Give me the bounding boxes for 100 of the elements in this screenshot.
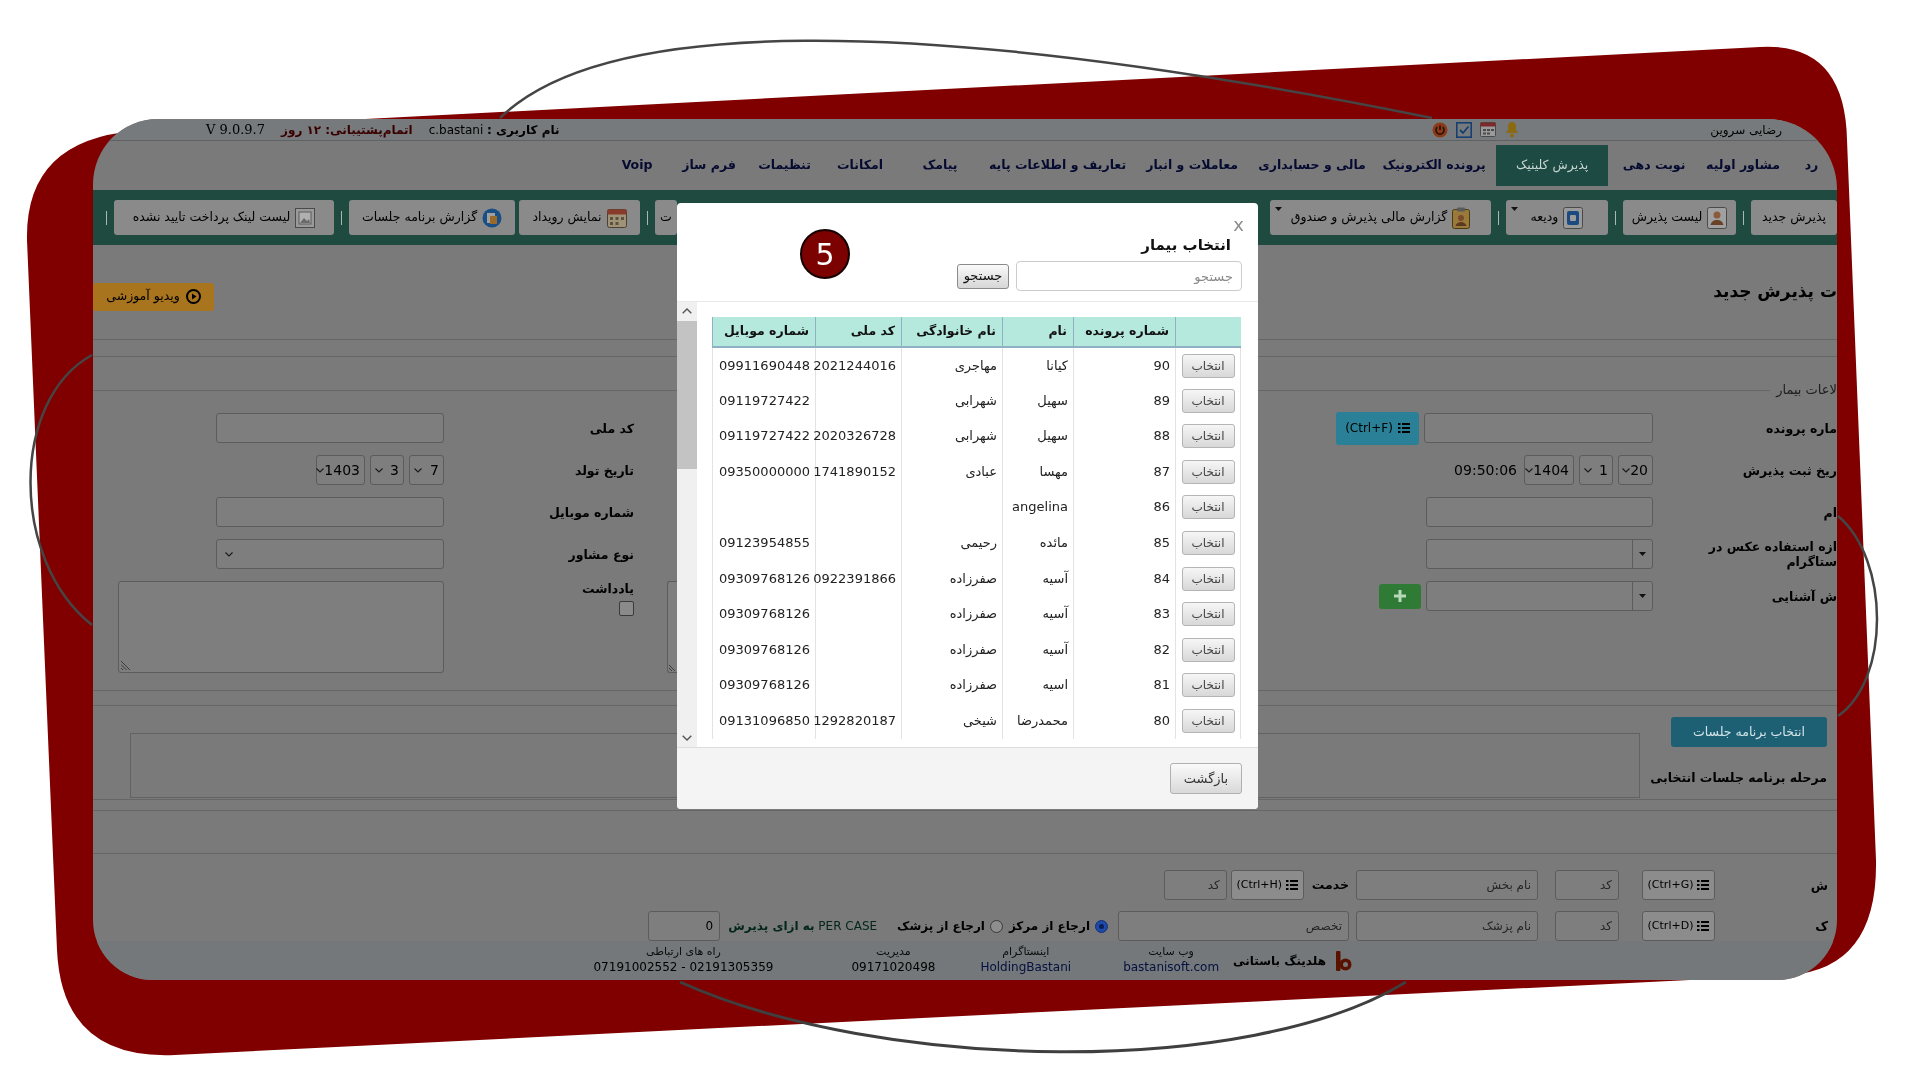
close-button[interactable]: x — [1233, 215, 1244, 235]
text-input[interactable] — [1424, 413, 1653, 443]
dropdown-field[interactable] — [1426, 581, 1653, 611]
table-cell: 80 — [1073, 702, 1176, 739]
sessions-button[interactable]: انتخاب برنامه جلسات — [1671, 717, 1827, 747]
nav-tab[interactable]: Voip — [602, 145, 673, 186]
name-field[interactable]: نام پزشک — [1356, 911, 1538, 941]
calendar-icon[interactable] — [1480, 122, 1497, 137]
number-field[interactable]: 0 — [648, 911, 721, 941]
toolbar-button[interactable]: ودیعه — [1506, 200, 1608, 235]
text-input[interactable] — [1426, 497, 1653, 527]
nav-tab[interactable]: تعاریف و اطلاعات پایه — [983, 145, 1133, 186]
toolbar-button[interactable]: نمایش رویداد — [519, 200, 640, 235]
contact-link[interactable]: HoldingBastani — [980, 959, 1072, 976]
radio-button[interactable] — [1095, 919, 1108, 933]
image-icon — [295, 207, 316, 228]
video-button[interactable]: ویدیو آموزشی — [93, 282, 214, 311]
table-cell: 09350000000 — [712, 453, 816, 490]
specialty-field[interactable]: تخصص — [1118, 911, 1349, 941]
nav-tab[interactable]: پذیرش کلینیک — [1496, 145, 1609, 186]
table-cell: 09131096850 — [712, 702, 816, 739]
day-select[interactable]: 20 — [1618, 455, 1653, 485]
power-icon[interactable] — [1432, 121, 1449, 138]
document-icon — [1563, 206, 1584, 229]
select-button[interactable]: انتخاب — [1181, 424, 1235, 449]
select-button[interactable]: انتخاب — [1181, 353, 1235, 378]
day-select[interactable]: 7 — [409, 455, 444, 485]
checkbox[interactable] — [619, 601, 634, 616]
lookup-button[interactable]: (Ctrl+G) — [1642, 870, 1715, 900]
table-cell: 87 — [1073, 453, 1176, 490]
add-button[interactable] — [1379, 583, 1421, 609]
nav-tab[interactable]: مالی و حسابداری — [1252, 145, 1373, 186]
field-label: نوع مشاور — [568, 546, 634, 562]
code-field[interactable]: کد — [1163, 870, 1227, 900]
select-button[interactable]: انتخاب — [1181, 388, 1235, 413]
nav-tab[interactable]: مشاور اولیه — [1700, 145, 1786, 186]
select-button[interactable]: انتخاب — [1181, 709, 1235, 733]
text-area[interactable] — [667, 581, 677, 673]
nav-tab[interactable]: فرم ساز — [672, 145, 747, 186]
sessions-label: مرحله برنامه جلسات انتخابی — [1650, 769, 1827, 787]
table-cell: شیخی — [901, 702, 1003, 739]
radio-button[interactable] — [989, 919, 1003, 933]
lookup-button[interactable]: (Ctrl+D) — [1642, 911, 1715, 941]
scrollbar-thumb[interactable] — [677, 321, 697, 469]
toolbar-button[interactable]: لیست لینک پرداخت تایید نشده — [114, 200, 334, 235]
contact-link[interactable]: bastanisoft.com — [1123, 959, 1220, 976]
lookup-button[interactable]: (Ctrl+H) — [1230, 870, 1304, 900]
radio-label: ارجاع از پزشک — [897, 918, 985, 935]
nav-tab[interactable]: امکانات — [823, 145, 898, 186]
select-button[interactable]: انتخاب — [1181, 531, 1235, 555]
nav-tab[interactable]: نوبت دهی — [1608, 145, 1701, 186]
select-button[interactable]: انتخاب — [1181, 673, 1235, 698]
back-button[interactable]: بازگشت — [1170, 763, 1242, 794]
toolbar-button[interactable]: لیست پذیرش — [1623, 200, 1736, 235]
checkbox-icon[interactable] — [1456, 121, 1473, 138]
column-header: کد ملی — [815, 317, 902, 347]
column-header — [1175, 317, 1241, 347]
month-select[interactable]: 1 — [1579, 455, 1613, 485]
lookup-button[interactable]: (Ctrl+F) — [1336, 411, 1419, 445]
select-button[interactable]: انتخاب — [1181, 495, 1235, 520]
select-button[interactable]: انتخاب — [1181, 566, 1235, 591]
text-input[interactable] — [216, 497, 444, 527]
radio-label: ارجاع از مرکز — [1008, 918, 1090, 935]
chevron-down-icon[interactable] — [682, 735, 692, 741]
chevron-up-icon[interactable] — [682, 308, 692, 314]
code-field[interactable]: کد — [1555, 911, 1619, 941]
resize-grip-icon — [121, 660, 131, 670]
year-select[interactable]: 1404 — [1524, 455, 1574, 485]
table-cell: angelina — [1002, 489, 1074, 525]
scrollbar[interactable] — [677, 302, 697, 747]
nav-tab[interactable]: پرونده الکترونیک — [1372, 145, 1497, 186]
name-field[interactable]: نام بخش — [1356, 870, 1538, 900]
table-cell: اسیه — [1002, 667, 1074, 703]
code-field[interactable]: کد — [1555, 870, 1619, 900]
table-cell: 1741890152 — [815, 453, 902, 490]
select-button[interactable]: انتخاب — [1181, 459, 1235, 484]
year-select[interactable]: 1403 — [316, 455, 365, 485]
toolbar-button[interactable]: گزارش مالی پذیرش و صندوق — [1270, 200, 1491, 235]
bell-icon[interactable] — [1504, 121, 1521, 138]
toolbar-button[interactable]: ت — [655, 200, 677, 235]
select-button[interactable]: انتخاب — [1181, 637, 1235, 662]
select-field[interactable] — [216, 539, 444, 569]
table-cell: 09123954855 — [712, 524, 816, 561]
text-input[interactable] — [216, 413, 444, 443]
list-icon — [1397, 423, 1410, 433]
toolbar-button[interactable]: پذیرش جدید — [1751, 200, 1837, 235]
search-button[interactable]: جستجو — [957, 263, 1009, 289]
field-label: یادداشت — [581, 581, 634, 596]
dropdown-field[interactable] — [1426, 539, 1653, 569]
note-field[interactable] — [118, 581, 444, 673]
table-cell: 84 — [1073, 560, 1176, 597]
column-header: شماره موبایل — [712, 317, 816, 347]
select-button[interactable]: انتخاب — [1181, 602, 1235, 627]
search-field[interactable]: جستجو — [1016, 261, 1242, 291]
toolbar-button[interactable]: گزارش برنامه جلسات — [349, 200, 515, 235]
nav-tab[interactable]: تنظیمات — [746, 145, 824, 186]
month-select[interactable]: 3 — [370, 455, 404, 485]
nav-tab[interactable]: معاملات و انبار — [1132, 145, 1253, 186]
nav-tab[interactable]: رد — [1786, 145, 1837, 186]
nav-tab[interactable]: پیامک — [897, 145, 984, 186]
